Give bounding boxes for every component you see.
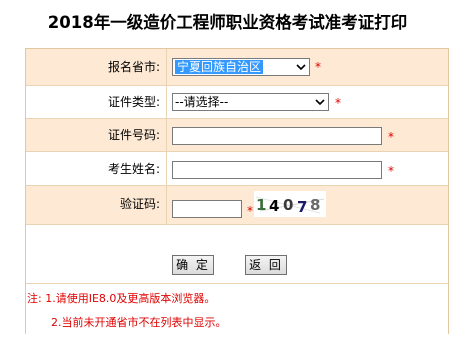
captcha-char-2: 4 bbox=[269, 197, 279, 215]
confirm-button[interactable]: 确 定 bbox=[172, 255, 214, 275]
province-row: 报名省市: 宁夏回族自治区 * bbox=[26, 49, 448, 85]
id-type-required-mark: * bbox=[335, 96, 341, 110]
captcha-label: 验证码: bbox=[26, 186, 167, 224]
name-required-mark: * bbox=[388, 164, 394, 178]
back-button[interactable]: 返 回 bbox=[245, 255, 287, 275]
captcha-char-4: 7 bbox=[297, 198, 307, 216]
id-number-row: 证件号码: * bbox=[26, 118, 448, 151]
id-number-input[interactable] bbox=[172, 127, 382, 145]
button-row: 确 定 返 回 bbox=[26, 224, 448, 283]
province-selected-value: 宁夏回族自治区 bbox=[175, 60, 264, 74]
chevron-down-icon[interactable] bbox=[293, 60, 308, 74]
id-type-row: 证件类型: --请选择-- * bbox=[26, 85, 448, 118]
captcha-input[interactable] bbox=[172, 200, 242, 218]
id-type-select[interactable]: --请选择-- bbox=[172, 93, 329, 111]
id-number-label: 证件号码: bbox=[26, 119, 167, 151]
name-row: 考生姓名: * bbox=[26, 151, 448, 185]
page-title: 2018年一级造价工程师职业资格考试准考证打印 bbox=[47, 13, 408, 32]
province-required-mark: * bbox=[315, 60, 321, 74]
note-line-1: 注: 1.请使用IE8.0及更高版本浏览器。 bbox=[27, 292, 216, 305]
notes-section: 注: 1.请使用IE8.0及更高版本浏览器。 2.当前未开通省市不在列表中显示。 bbox=[26, 283, 448, 334]
id-number-required-mark: * bbox=[388, 130, 394, 144]
captcha-required-mark: * bbox=[247, 204, 253, 218]
name-input[interactable] bbox=[172, 161, 382, 179]
id-type-label: 证件类型: bbox=[26, 86, 167, 118]
id-type-selected-value: --请选择-- bbox=[175, 95, 229, 109]
captcha-char-5: 8 bbox=[310, 196, 320, 214]
captcha-row: 验证码: * 1 4 0 7 8 bbox=[26, 185, 448, 224]
captcha-char-3: 0 bbox=[283, 196, 293, 214]
captcha-char-1: 1 bbox=[256, 196, 266, 214]
province-select[interactable]: 宁夏回族自治区 bbox=[172, 58, 310, 76]
chevron-down-icon[interactable] bbox=[312, 95, 327, 109]
name-label: 考生姓名: bbox=[26, 152, 167, 185]
captcha-image[interactable]: 1 4 0 7 8 bbox=[254, 191, 326, 217]
note-line-2: 2.当前未开通省市不在列表中显示。 bbox=[51, 316, 227, 329]
province-label: 报名省市: bbox=[26, 49, 167, 85]
admission-ticket-form: 报名省市: 宁夏回族自治区 * 证件类型: --请选择-- * 证件号码: * … bbox=[25, 48, 449, 334]
